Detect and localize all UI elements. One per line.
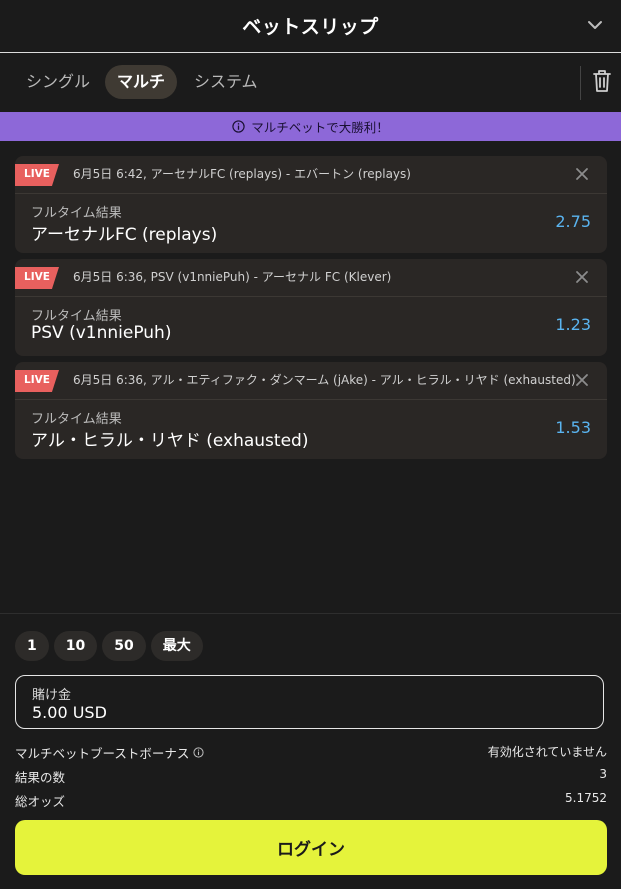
- boost-value: 有効化されていません: [487, 745, 607, 759]
- live-badge: LIVE: [15, 267, 59, 289]
- bet-list: LIVE 6月5日 6:42, アーセナルFC (replays) - エバート…: [15, 156, 607, 465]
- betslip-title: ベットスリップ: [242, 16, 379, 38]
- result-count-row: 結果の数 3: [15, 767, 607, 786]
- boost-row: マルチベットブーストボーナス 有効化されていません: [15, 743, 607, 762]
- bet-card: LIVE 6月5日 6:36, アル・エティファク・ダンマーム (jAke) -…: [15, 362, 607, 459]
- info-icon[interactable]: [193, 747, 204, 758]
- quick-stake-max[interactable]: 最大: [150, 631, 203, 661]
- total-odds-value: 5.1752: [565, 791, 607, 805]
- boost-label: マルチベットブーストボーナス: [15, 746, 190, 761]
- betslip-header: ベットスリップ: [0, 0, 621, 53]
- trash-icon[interactable]: [591, 68, 613, 94]
- tabs-divider: [580, 66, 581, 100]
- close-icon[interactable]: [575, 373, 589, 387]
- stake-label: 賭け金: [32, 688, 72, 703]
- market-label: フルタイム結果: [31, 206, 122, 221]
- tab-multi[interactable]: マルチ: [105, 65, 178, 99]
- total-odds-label: 総オッズ: [15, 794, 66, 809]
- stake-input[interactable]: 賭け金 5.00 USD: [15, 675, 604, 729]
- bet-card: LIVE 6月5日 6:36, PSV (v1nniePuh) - アーセナル …: [15, 259, 607, 356]
- live-badge: LIVE: [15, 370, 59, 392]
- selection-odds: 1.53: [555, 418, 591, 437]
- total-odds-row: 総オッズ 5.1752: [15, 791, 607, 810]
- live-badge: LIVE: [15, 164, 59, 186]
- result-count-label: 結果の数: [15, 770, 66, 785]
- quick-stake-50[interactable]: 50: [102, 631, 146, 661]
- selection-name: PSV (v1nniePuh): [31, 323, 172, 343]
- quick-stake-10[interactable]: 10: [53, 631, 98, 661]
- quick-stake-chips: 1 10 50 最大: [15, 631, 203, 661]
- market-label: フルタイム結果: [31, 309, 122, 324]
- result-count-value: 3: [599, 767, 607, 781]
- tab-single[interactable]: シングル: [14, 65, 102, 99]
- bet-card-header: LIVE 6月5日 6:42, アーセナルFC (replays) - エバート…: [15, 156, 607, 194]
- quick-stake-1[interactable]: 1: [15, 631, 49, 661]
- event-text: 6月5日 6:36, PSV (v1nniePuh) - アーセナル FC (K…: [73, 270, 392, 284]
- login-button[interactable]: ログイン: [15, 820, 607, 875]
- stake-value[interactable]: 5.00 USD: [32, 703, 107, 722]
- bet-card-header: LIVE 6月5日 6:36, PSV (v1nniePuh) - アーセナル …: [15, 259, 607, 297]
- promo-text: マルチベットで大勝利！: [251, 120, 389, 135]
- event-text: 6月5日 6:36, アル・エティファク・ダンマーム (jAke) - アル・ヒ…: [73, 373, 576, 387]
- selection-name: アル・ヒラル・リヤド (exhausted): [31, 431, 309, 451]
- chevron-down-icon[interactable]: [586, 16, 604, 34]
- promo-banner: マルチベットで大勝利！: [0, 112, 621, 141]
- close-icon[interactable]: [575, 167, 589, 181]
- selection-odds: 1.23: [555, 315, 591, 334]
- bottom-divider: [0, 613, 621, 614]
- close-icon[interactable]: [575, 270, 589, 284]
- tab-system[interactable]: システム: [182, 65, 270, 99]
- selection-name: アーセナルFC (replays): [31, 225, 218, 245]
- selection-odds: 2.75: [555, 212, 591, 231]
- market-label: フルタイム結果: [31, 412, 122, 427]
- bet-card-header: LIVE 6月5日 6:36, アル・エティファク・ダンマーム (jAke) -…: [15, 362, 607, 400]
- info-icon: [232, 120, 245, 133]
- event-text: 6月5日 6:42, アーセナルFC (replays) - エバートン (re…: [73, 167, 411, 181]
- bet-type-tabs: シングル マルチ システム: [0, 53, 621, 112]
- bet-card: LIVE 6月5日 6:42, アーセナルFC (replays) - エバート…: [15, 156, 607, 253]
